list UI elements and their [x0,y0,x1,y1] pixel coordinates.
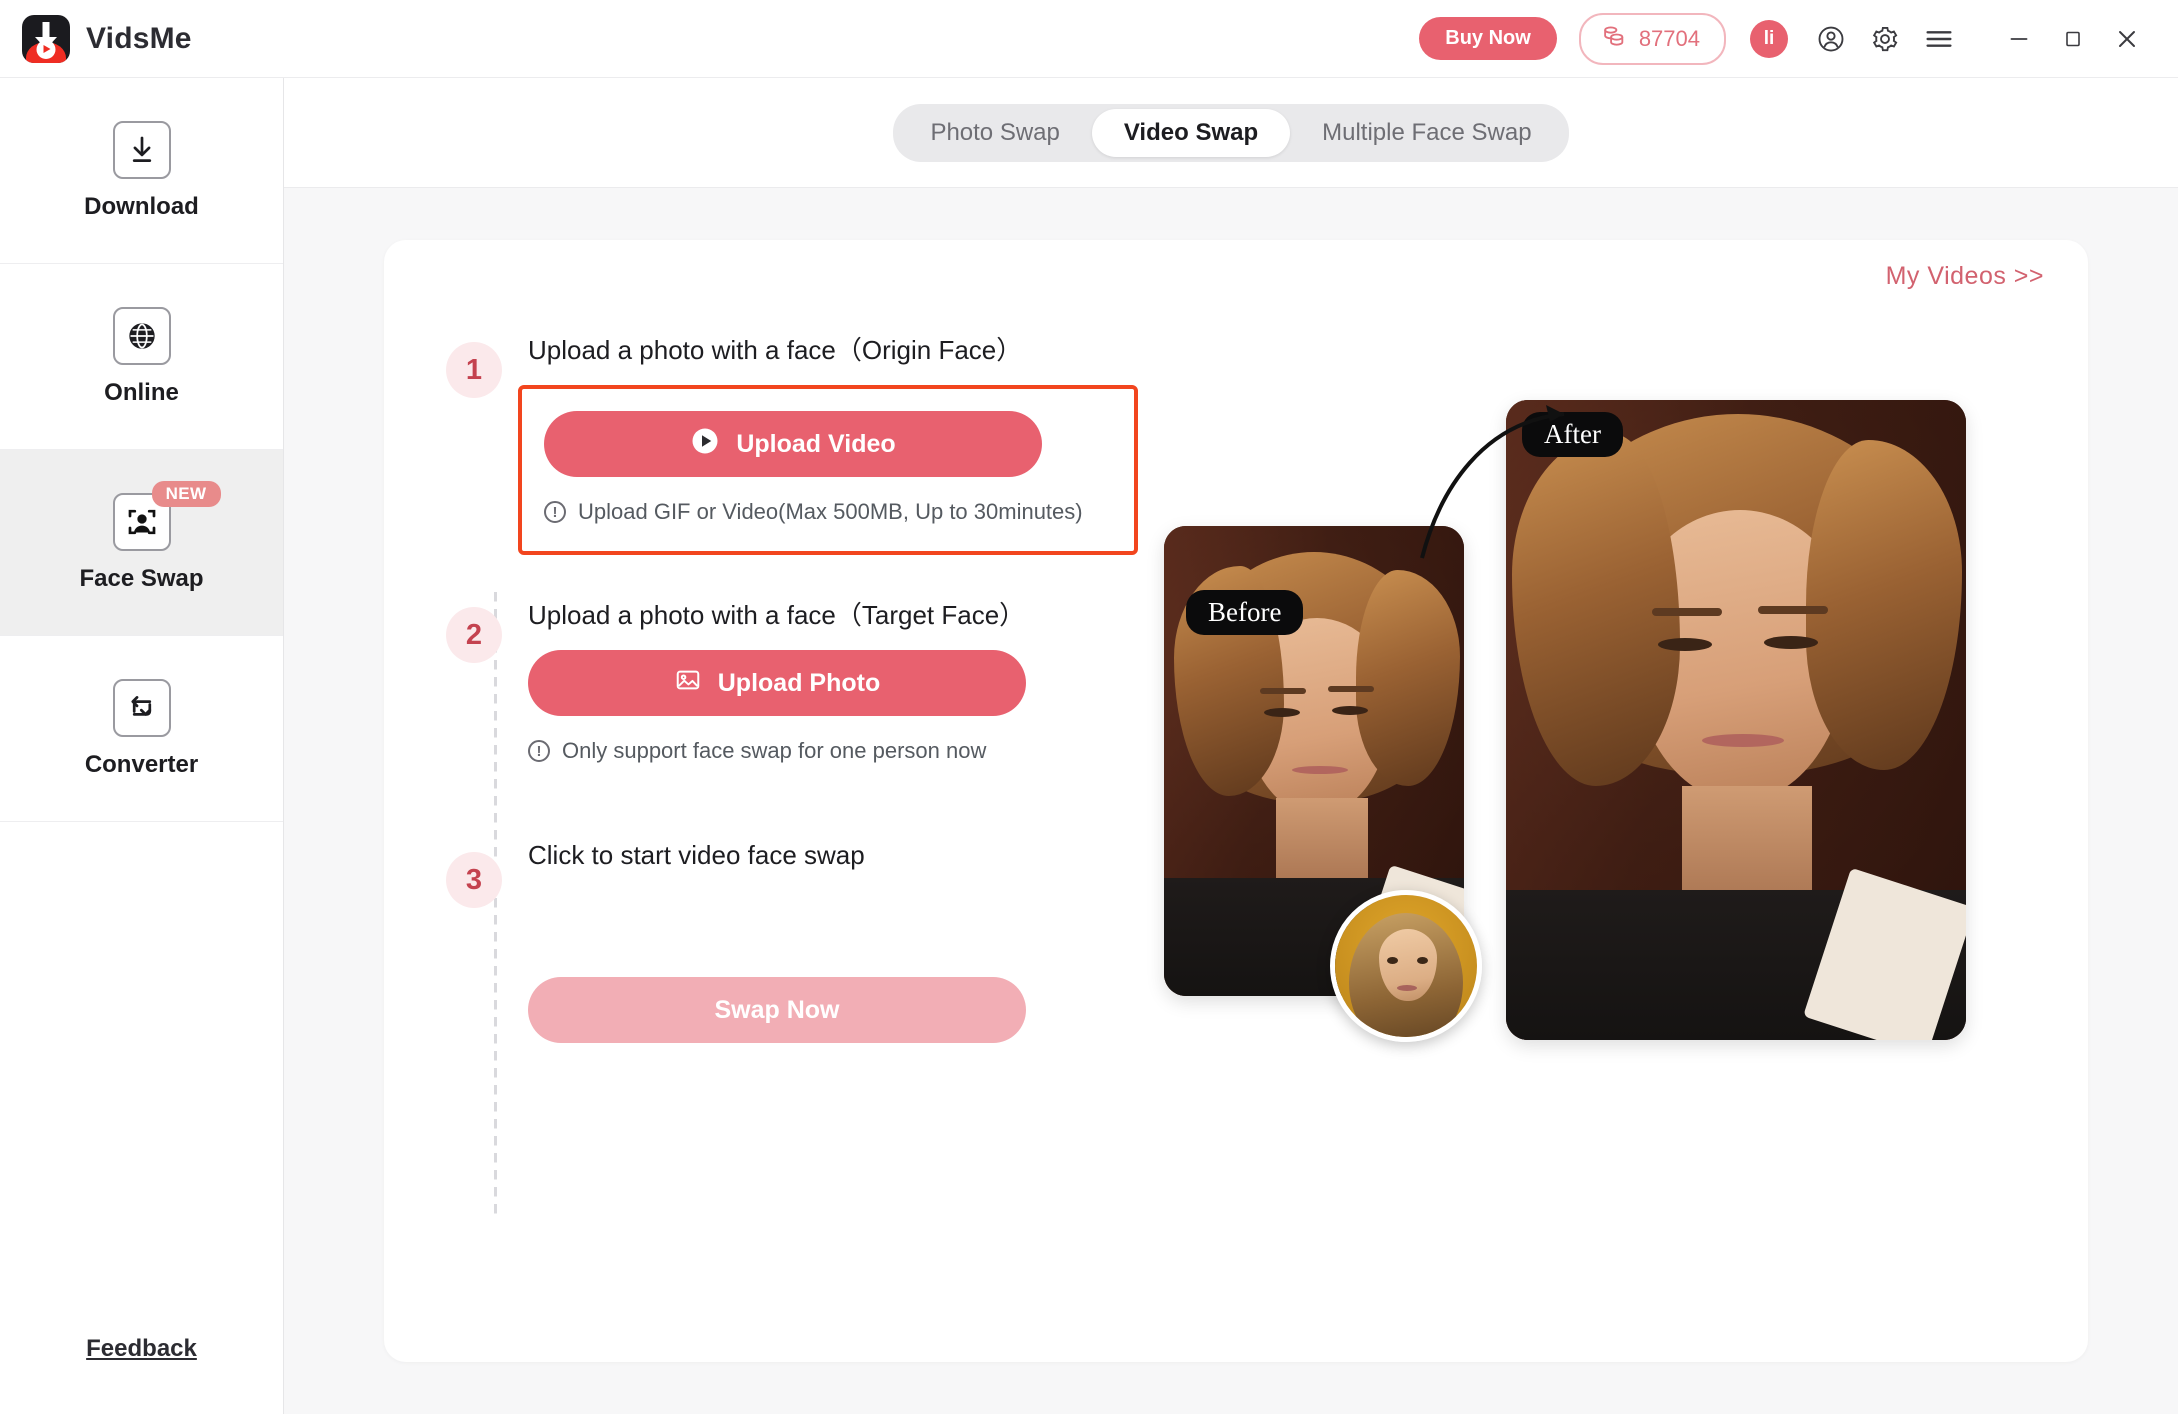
my-videos-link[interactable]: My Videos >> [1886,262,2044,291]
step-body: Upload a photo with a face（Target Face） [528,595,1124,764]
step-title: Upload a photo with a face（Origin Face） [528,335,1023,365]
titlebar-actions: Buy Now 87704 li [1419,12,2154,65]
preview-illustration: Before After [1124,330,2088,1362]
credits-value: 87704 [1638,25,1700,51]
coins-icon [1601,23,1627,55]
step-number: 3 [446,852,502,908]
step-title: Upload a photo with a face（Target Face） [528,600,1026,630]
sidebar-item-download[interactable]: Download [0,78,283,264]
info-icon: ! [528,740,550,762]
card-inner: 1 Upload a photo with a face（Origin Face… [384,240,2088,1362]
credits-badge[interactable]: 87704 [1578,12,1726,65]
brand: VidsMe [22,14,192,63]
upload-video-hint: ! Upload GIF or Video(Max 500MB, Up to 3… [544,499,1104,525]
sidebar-item-label: Converter [84,750,199,778]
target-face-thumbnail [1330,890,1482,1042]
application-window: VidsMe Buy Now 87704 li Download Online … [0,0,2178,1414]
step-body: Upload a photo with a face（Origin Face） [518,330,1138,555]
tab-bar: Photo Swap Video Swap Multiple Face Swap [284,78,2178,188]
app-title: VidsMe [86,21,192,55]
step-1: 1 Upload a photo with a face（Origin Face… [446,330,1138,555]
play-circle-icon [690,426,720,463]
feedback-area: Feedback [0,1284,283,1414]
sidebar: Download Online NEW Face Swap Converter … [0,78,284,1414]
sidebar-item-label: Online [104,378,179,406]
face-detect-icon: NEW [112,480,221,551]
sidebar-item-face-swap[interactable]: NEW Face Swap [0,450,283,636]
sidebar-item-converter[interactable]: Converter [0,636,283,822]
globe-icon [112,306,171,365]
steps-column: 1 Upload a photo with a face（Origin Face… [384,330,1138,1362]
tab-photo-swap[interactable]: Photo Swap [898,109,1091,157]
body: Download Online NEW Face Swap Converter … [0,78,2178,1414]
sidebar-item-online[interactable]: Online [0,264,283,450]
main-content: Photo Swap Video Swap Multiple Face Swap… [284,78,2178,1414]
sidebar-item-label: Download [84,192,199,220]
tab-video-swap[interactable]: Video Swap [1091,108,1291,157]
download-icon [112,120,171,179]
hamburger-menu-icon[interactable] [1916,16,1962,62]
sidebar-item-label: Face Swap [79,564,204,592]
user-circle-icon[interactable] [1808,16,1854,62]
face-swap-card: My Videos >> 1 Upload a photo with a fac… [384,240,2088,1362]
swap-now-button[interactable]: Swap Now [528,977,1026,1043]
step-body: Click to start video face swap Swap Now [528,840,1124,1043]
maximize-icon[interactable] [2046,14,2100,64]
convert-loop-icon [112,678,171,737]
upload-video-button[interactable]: Upload Video [544,411,1042,477]
feedback-link[interactable]: Feedback [86,1335,197,1363]
info-icon: ! [544,501,566,523]
avatar[interactable]: li [1750,19,1788,58]
minimize-icon[interactable] [1992,14,2046,64]
step-number: 2 [446,607,502,663]
before-to-after-arrow [1420,405,1565,559]
before-label: Before [1186,590,1304,635]
step-number: 1 [446,342,502,398]
step-3: 3 Click to start video face swap Swap No… [446,840,1124,1043]
tab-multiple-face-swap[interactable]: Multiple Face Swap [1290,109,1563,157]
title-bar: VidsMe Buy Now 87704 li [0,0,2178,78]
hint-text: Upload GIF or Video(Max 500MB, Up to 30m… [578,499,1083,524]
upload-photo-button[interactable]: Upload Photo [528,650,1026,716]
vidsme-logo-icon [22,14,70,63]
step-2: 2 Upload a photo with a face（Target Face… [446,595,1124,764]
step-title: Click to start video face swap [528,840,865,870]
upload-video-label: Upload Video [736,429,896,458]
swap-mode-segmented-control: Photo Swap Video Swap Multiple Face Swap [893,103,1569,162]
buy-now-button[interactable]: Buy Now [1419,17,1557,60]
swap-now-label: Swap Now [714,995,840,1024]
upload-video-highlight: Upload Video ! Upload GIF or Video(Max 5… [518,385,1138,555]
new-badge: NEW [151,480,221,507]
close-icon[interactable] [2100,14,2154,64]
gear-icon[interactable] [1862,16,1908,62]
content-area: My Videos >> 1 Upload a photo with a fac… [284,188,2178,1414]
hint-text: Only support face swap for one person no… [562,738,987,763]
upload-photo-label: Upload Photo [717,668,881,697]
image-icon [674,666,702,701]
upload-photo-hint: ! Only support face swap for one person … [528,738,1124,764]
